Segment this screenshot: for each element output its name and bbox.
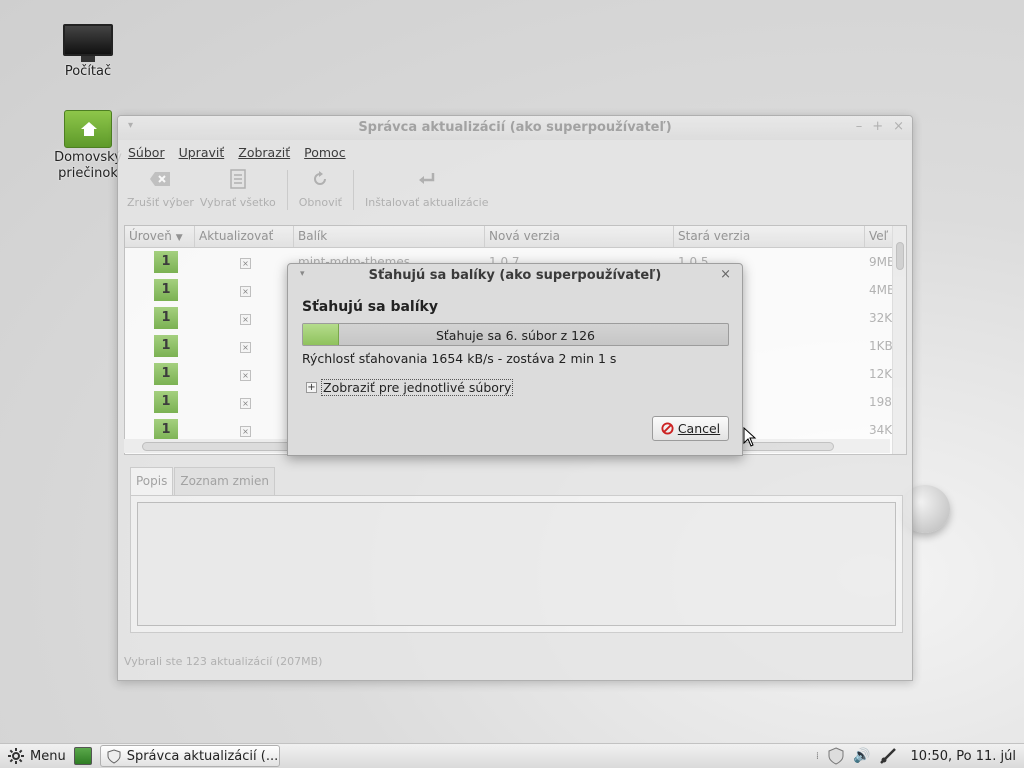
level-badge: 1 [154, 335, 178, 357]
update-checkbox[interactable]: × [240, 314, 251, 325]
expand-plus-icon: + [306, 382, 317, 393]
gear-icon [8, 748, 24, 764]
cancel-label: Cancel [677, 421, 721, 436]
shield-icon [107, 748, 121, 764]
dialog-heading: Sťahujú sa balíky [302, 299, 438, 315]
cell-update[interactable]: × [195, 255, 294, 269]
menubar: Súbor Upraviť Zobraziť Pomoc [118, 140, 912, 164]
desktop-icon-label: Počítač [64, 64, 112, 79]
per-file-expander[interactable]: + Zobraziť pre jednotlivé súbory [306, 379, 514, 396]
clear-selection-button[interactable]: Zrušiť výber [124, 168, 197, 218]
download-speed-text: Rýchlosť sťahovania 1654 kB/s - zostáva … [302, 351, 617, 366]
start-menu-button[interactable]: Menu [0, 748, 66, 764]
select-all-icon [230, 168, 246, 190]
cell-level: 1 [125, 307, 195, 329]
install-updates-button[interactable]: Inštalovať aktualizácie [362, 168, 491, 218]
menu-view[interactable]: Zobraziť [238, 145, 290, 160]
tab-description[interactable]: Popis [130, 467, 174, 496]
cell-update[interactable]: × [195, 311, 294, 325]
desktop-icon-computer[interactable]: Počítač [43, 24, 133, 80]
terminal-launcher-icon[interactable] [73, 747, 92, 765]
download-dialog: ▾ Sťahujú sa balíky (ako superpoužívateľ… [287, 263, 743, 456]
taskbar: Menu Správca aktualizácií (... ⁞ 🔊 10:50… [0, 743, 1024, 768]
level-badge: 1 [154, 307, 178, 329]
cell-level: 1 [125, 419, 195, 441]
dialog-titlebar[interactable]: ▾ Sťahujú sa balíky (ako superpoužívateľ… [288, 264, 742, 288]
table-header: Úroveň ▼ Aktualizovať Balík Nová verzia … [125, 226, 906, 248]
dialog-title: Sťahujú sa balíky (ako superpoužívateľ) [368, 268, 662, 283]
update-checkbox[interactable]: × [240, 342, 251, 353]
toolbar-separator [286, 170, 288, 210]
cell-level: 1 [125, 391, 195, 413]
system-tray: ⁞ 🔊 10:50, Po 11. júl [816, 747, 1016, 765]
column-package[interactable]: Balík [294, 226, 485, 247]
menu-help[interactable]: Pomoc [304, 145, 345, 160]
cell-level: 1 [125, 363, 195, 385]
update-shield-icon[interactable] [827, 747, 845, 765]
dialog-close-icon[interactable]: × [720, 267, 731, 282]
clear-selection-label: Zrušiť výber [127, 196, 194, 209]
description-panel [130, 495, 903, 633]
window-titlebar[interactable]: ▾ Správca aktualizácií (ako superpoužíva… [118, 116, 912, 140]
column-old-version[interactable]: Stará verzia [674, 226, 865, 247]
refresh-button[interactable]: Obnoviť [296, 168, 345, 218]
taskbar-window-label: Správca aktualizácií (... [126, 748, 279, 764]
maximize-icon[interactable]: + [872, 119, 883, 134]
install-updates-label: Inštalovať aktualizácie [364, 196, 489, 209]
cancel-button[interactable]: Cancel [652, 416, 729, 441]
clock[interactable]: 10:50, Po 11. júl [911, 749, 1016, 764]
install-icon [418, 168, 436, 190]
select-all-label: Vybrať všetko [199, 196, 276, 209]
download-progress-bar: Sťahuje sa 6. súbor z 126 [302, 323, 729, 346]
computer-icon [63, 24, 113, 62]
update-checkbox[interactable]: × [240, 258, 251, 269]
minimize-icon[interactable]: – [856, 119, 863, 134]
tray-handle-icon: ⁞ [815, 750, 820, 762]
column-update[interactable]: Aktualizovať [195, 226, 294, 247]
cell-update[interactable]: × [195, 423, 294, 437]
level-badge: 1 [154, 363, 178, 385]
status-text: Vybrali ste 123 aktualizácií (207MB) [124, 655, 323, 668]
refresh-label: Obnoviť [298, 196, 342, 209]
column-level[interactable]: Úroveň ▼ [125, 226, 195, 247]
menu-file[interactable]: Súbor [128, 145, 165, 160]
vertical-scrollbar[interactable] [892, 226, 906, 454]
menu-label: Menu [30, 748, 66, 764]
cell-level: 1 [125, 251, 195, 273]
cell-update[interactable]: × [195, 339, 294, 353]
update-checkbox[interactable]: × [240, 286, 251, 297]
column-new-version[interactable]: Nová verzia [485, 226, 674, 247]
cell-update[interactable]: × [195, 283, 294, 297]
select-all-button[interactable]: Vybrať všetko [197, 168, 279, 218]
cell-level: 1 [125, 335, 195, 357]
cancel-icon [661, 422, 674, 435]
description-text-area[interactable] [137, 502, 896, 626]
cell-level: 1 [125, 279, 195, 301]
update-checkbox[interactable]: × [240, 426, 251, 437]
level-badge: 1 [154, 391, 178, 413]
cell-update[interactable]: × [195, 367, 294, 381]
mouse-cursor-icon [743, 427, 757, 447]
update-checkbox[interactable]: × [240, 398, 251, 409]
details-tabs: Popis Zoznam zmien [130, 467, 276, 496]
home-folder-icon [64, 110, 112, 148]
close-icon[interactable]: × [893, 119, 904, 134]
toolbar: Zrušiť výber Vybrať všetko Obnoviť Inšta… [118, 164, 912, 220]
update-checkbox[interactable]: × [240, 370, 251, 381]
taskbar-window-button[interactable]: Správca aktualizácií (... [99, 745, 280, 767]
toolbar-separator [352, 170, 354, 210]
window-title: Správca aktualizácií (ako superpoužívate… [358, 120, 672, 135]
progress-text: Sťahuje sa 6. súbor z 126 [435, 328, 596, 343]
volume-icon[interactable]: 🔊 [853, 748, 870, 764]
refresh-icon [311, 168, 329, 190]
menu-edit[interactable]: Upraviť [179, 145, 225, 160]
tab-changelog[interactable]: Zoznam zmien [174, 467, 275, 496]
expander-label: Zobraziť pre jednotlivé súbory [321, 379, 514, 396]
network-icon[interactable] [879, 748, 897, 764]
level-badge: 1 [154, 279, 178, 301]
cell-update[interactable]: × [195, 395, 294, 409]
level-badge: 1 [154, 419, 178, 441]
clear-icon [149, 168, 171, 190]
level-badge: 1 [154, 251, 178, 273]
